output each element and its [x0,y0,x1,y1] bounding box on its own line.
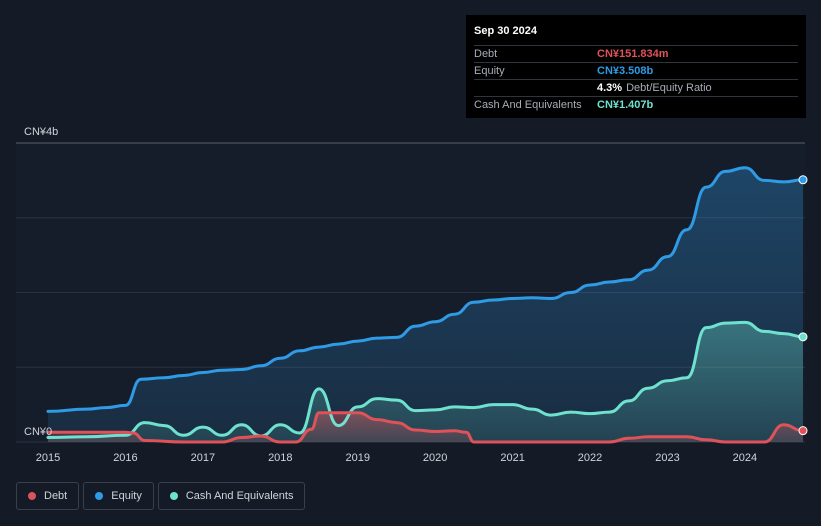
tooltip-row-debt: Debt CN¥151.834m [474,45,798,62]
equity-end-point [798,175,808,185]
debt-dot-icon [28,492,36,500]
legend-item-debt[interactable]: Debt [16,482,80,510]
debt-end-point [798,426,808,436]
y-tick-label: CN¥0 [24,426,52,438]
tooltip-row-equity: Equity CN¥3.508b [474,62,798,79]
tooltip-ratio-suffix: Debt/Equity Ratio [626,82,712,94]
tooltip-panel: Sep 30 2024 Debt CN¥151.834m Equity CN¥3… [466,15,806,118]
tooltip-date: Sep 30 2024 [474,25,537,37]
legend-item-equity[interactable]: Equity [83,482,154,510]
cash-end-point [798,332,808,342]
chart-legend: Debt Equity Cash And Equivalents [16,482,306,510]
tooltip-debt-value: CN¥151.834m [597,48,669,60]
tooltip-row-cash: Cash And Equivalents CN¥1.407b [474,96,798,113]
x-tick-label: 2017 [191,452,215,464]
legend-equity-label: Equity [111,490,142,502]
x-tick-label: 2015 [36,452,60,464]
x-tick-label: 2023 [655,452,679,464]
tooltip-cash-value: CN¥1.407b [597,99,654,111]
tooltip-row-ratio: 4.3% Debt/Equity Ratio [474,79,798,96]
x-tick-label: 2022 [578,452,602,464]
x-axis: 2015 2016 2017 2018 2019 2020 2021 2022 2023 2024 [36,452,757,464]
tooltip-debt-label: Debt [474,48,498,60]
tooltip-cash-label: Cash And Equivalents [474,99,582,111]
x-tick-label: 2018 [268,452,292,464]
tooltip-ratio-value: 4.3% [597,82,623,94]
equity-dot-icon [95,492,104,500]
legend-item-cash[interactable]: Cash And Equivalents [157,482,306,510]
y-tick-label: CN¥4b [24,126,58,138]
x-tick-label: 2024 [733,452,757,464]
x-tick-label: 2019 [346,452,370,464]
x-tick-label: 2016 [113,452,137,464]
x-tick-label: 2020 [423,452,447,464]
legend-debt-label: Debt [44,490,68,502]
cash-dot-icon [169,492,178,500]
x-tick-label: 2021 [500,452,524,464]
tooltip-equity-value: CN¥3.508b [597,65,654,77]
tooltip-equity-label: Equity [474,65,505,77]
legend-cash-label: Cash And Equivalents [185,490,294,502]
